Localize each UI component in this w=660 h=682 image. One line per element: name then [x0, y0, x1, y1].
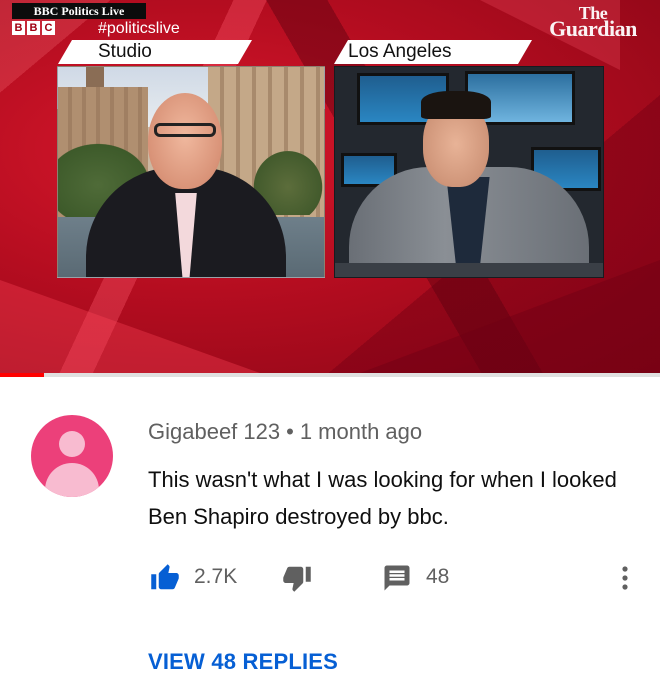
presenter-glasses	[154, 123, 216, 137]
comment-text: This wasn't what I was looking for when …	[148, 467, 617, 529]
view-replies-link[interactable]: VIEW 48 REPLIES	[148, 649, 338, 675]
guardian-logo-name: Guardian	[549, 16, 637, 41]
los-angeles-video-panel	[334, 66, 604, 278]
thumbs-up-icon	[151, 564, 179, 590]
more-options-button[interactable]	[618, 563, 632, 593]
bbc-logo-letter: B	[27, 21, 40, 35]
avatar-shoulders	[45, 463, 99, 497]
reply-button[interactable]	[382, 563, 412, 593]
comment-time[interactable]: 1 month ago	[300, 419, 422, 444]
los-angeles-label: Los Angeles	[334, 40, 532, 64]
reply-count: 48	[426, 565, 450, 588]
like-button[interactable]	[148, 563, 182, 593]
thumbs-down-icon	[283, 566, 311, 592]
bbc-logo-letter: B	[12, 21, 25, 35]
programme-banner: BBC Politics Live	[12, 3, 146, 19]
studio-label: Studio	[58, 40, 252, 64]
comment-author[interactable]: Gigabeef 123	[148, 419, 280, 444]
bbc-logo: B B C	[12, 21, 55, 35]
background-facet	[0, 280, 260, 373]
comment: Gigabeef 123 • 1 month ago This wasn't wha…	[0, 377, 660, 682]
meta-separator: •	[286, 419, 294, 444]
hashtag: #politicslive	[98, 20, 180, 37]
comment-meta: Gigabeef 123 • 1 month ago	[148, 419, 422, 445]
guest-hair	[421, 91, 491, 119]
avatar-head	[59, 431, 85, 457]
comment-icon	[384, 565, 410, 591]
comment-actions: 2.7K 48	[148, 563, 648, 593]
guardian-logo: The Guardian	[538, 4, 648, 40]
vertical-dots-icon	[622, 566, 628, 590]
user-avatar-icon[interactable]	[31, 415, 113, 497]
dislike-button[interactable]	[280, 563, 314, 593]
presenter-head	[148, 93, 222, 189]
video-player[interactable]: BBC Politics Live B B C #politicslive Th…	[0, 0, 660, 373]
studio-video-panel	[57, 66, 325, 278]
like-count: 2.7K	[194, 565, 238, 588]
guest-desk	[335, 263, 603, 277]
bbc-logo-letter: C	[42, 21, 55, 35]
tower	[86, 67, 104, 87]
